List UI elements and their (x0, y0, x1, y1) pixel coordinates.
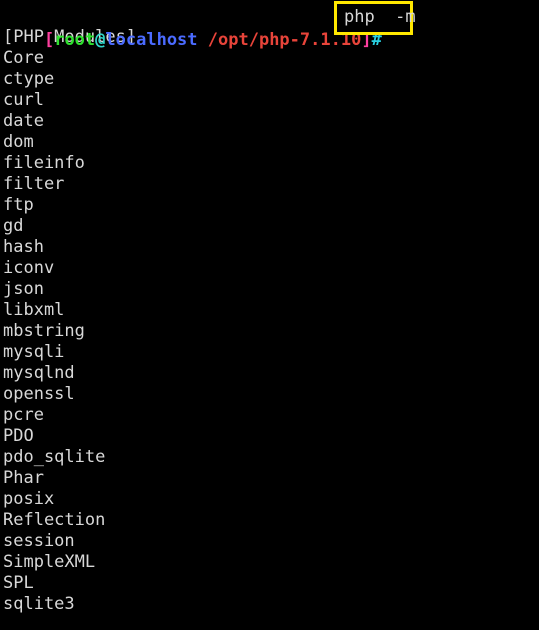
module-item: ctype (3, 69, 55, 89)
module-item: SimpleXML (3, 552, 96, 572)
module-item: iconv (3, 258, 55, 278)
module-item: posix (3, 489, 55, 509)
module-item: gd (3, 216, 24, 236)
module-item: hash (3, 237, 44, 257)
shell-prompt-line: [root@localhost /opt/php-7.1.10]# php -m (0, 0, 539, 50)
module-item: fileinfo (3, 153, 85, 173)
module-item: session (3, 531, 75, 551)
module-item: openssl (3, 384, 75, 404)
command-input-text[interactable]: php -m (344, 1, 416, 35)
module-item: sqlite3 (3, 594, 75, 614)
module-item: pcre (3, 405, 44, 425)
module-item: libxml (3, 300, 65, 320)
module-item: mbstring (3, 321, 85, 341)
module-item: Phar (3, 468, 44, 488)
module-item: filter (3, 174, 65, 194)
prompt-separator (198, 30, 208, 50)
module-item: json (3, 279, 44, 299)
module-item: Reflection (3, 510, 106, 530)
module-item: mysqlnd (3, 363, 75, 383)
module-item: SPL (3, 573, 34, 593)
prompt-username: root (54, 30, 96, 50)
module-item: ftp (3, 195, 34, 215)
module-item: date (3, 111, 44, 131)
module-item: pdo_sqlite (3, 447, 106, 467)
module-item: curl (3, 90, 44, 110)
prompt-open-bracket: [ (43, 30, 55, 50)
prompt-at-symbol: @ (95, 30, 106, 50)
prompt-hostname: localhost (105, 30, 198, 50)
module-item: mysqli (3, 342, 65, 362)
php-modules-list: Core ctype curl date dom fileinfo filter… (0, 48, 539, 615)
module-item: dom (3, 132, 34, 152)
module-item: PDO (3, 426, 34, 446)
terminal-window[interactable]: [root@localhost /opt/php-7.1.10]# php -m… (0, 0, 539, 630)
